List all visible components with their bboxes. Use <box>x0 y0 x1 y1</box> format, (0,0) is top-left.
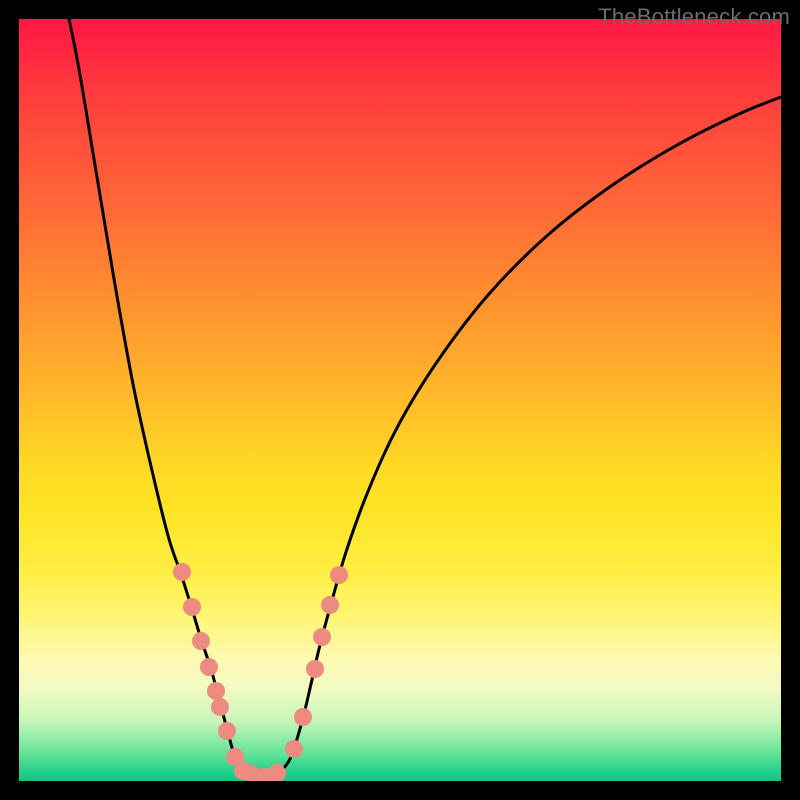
data-point-marker <box>211 698 229 716</box>
data-point-marker <box>173 563 191 581</box>
data-point-marker <box>330 566 348 584</box>
data-point-marker <box>200 658 218 676</box>
chart-svg <box>19 19 781 781</box>
data-point-marker <box>192 632 210 650</box>
data-point-marker <box>285 740 303 758</box>
chart-area <box>19 19 781 781</box>
data-point-marker <box>183 598 201 616</box>
bottleneck-curve <box>69 19 781 777</box>
data-point-marker <box>207 682 225 700</box>
data-point-marker <box>294 708 312 726</box>
data-point-marker <box>321 596 339 614</box>
watermark-text: TheBottleneck.com <box>598 4 790 30</box>
data-point-marker <box>313 628 331 646</box>
data-point-marker <box>218 722 236 740</box>
data-point-marker <box>306 660 324 678</box>
